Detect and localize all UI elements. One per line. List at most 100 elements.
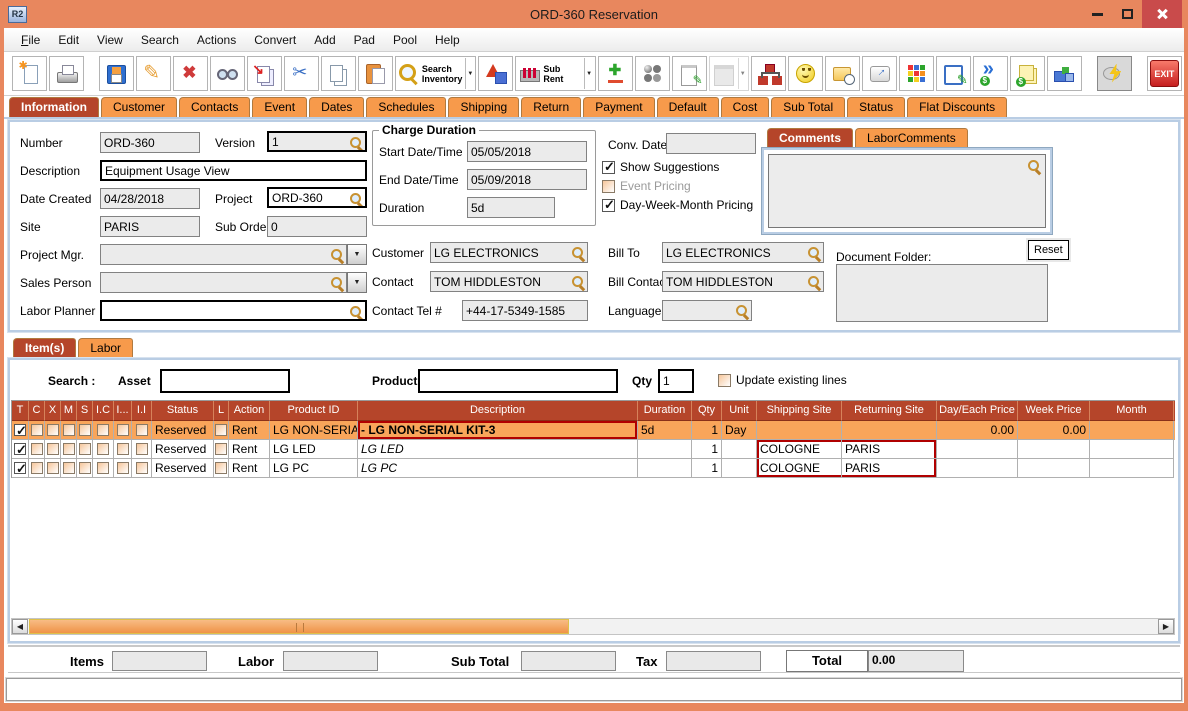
table-cell[interactable] xyxy=(638,459,692,478)
table-cell[interactable] xyxy=(722,459,757,478)
toolbar-smiley-button[interactable] xyxy=(788,56,824,91)
tab-schedules[interactable]: Schedules xyxy=(366,97,447,117)
table-cell[interactable] xyxy=(93,421,114,440)
checkbox-unchecked[interactable] xyxy=(30,424,43,436)
column-header-duration[interactable]: Duration xyxy=(638,401,692,421)
column-header-month[interactable]: Month xyxy=(1090,401,1174,421)
toolbar-save-button[interactable] xyxy=(98,56,134,91)
tab-comments[interactable]: Comments xyxy=(767,128,854,148)
show-suggestions-option[interactable]: Show Suggestions xyxy=(602,159,719,175)
project-lookup-icon[interactable] xyxy=(349,192,363,206)
table-cell[interactable] xyxy=(114,459,132,478)
table-cell[interactable] xyxy=(722,440,757,459)
checkbox-unchecked[interactable] xyxy=(97,443,109,455)
table-cell[interactable] xyxy=(29,440,45,459)
toolbar-truck-button[interactable] xyxy=(1047,56,1083,91)
table-cell[interactable]: LG LED xyxy=(358,440,638,459)
duration-field[interactable]: 5d xyxy=(467,197,555,218)
table-cell[interactable]: - LG NON-SERIAL KIT-3 xyxy=(358,421,638,440)
table-cell[interactable] xyxy=(1018,440,1090,459)
site-field[interactable]: PARIS xyxy=(100,216,200,237)
tab-status[interactable]: Status xyxy=(847,97,906,117)
checkbox-unchecked[interactable] xyxy=(97,424,109,436)
scroll-left-button[interactable]: ◀ xyxy=(12,619,28,634)
menu-pad[interactable]: Pad xyxy=(345,33,384,47)
dropdown-arrow-icon[interactable]: ▼ xyxy=(584,58,593,89)
sub-orders-field[interactable]: 0 xyxy=(267,216,367,237)
checkbox-unchecked[interactable] xyxy=(215,462,227,474)
column-header-t[interactable]: T xyxy=(12,401,29,421)
language-lookup-icon[interactable] xyxy=(735,304,749,318)
checkbox-unchecked[interactable] xyxy=(30,443,43,455)
bill-contact-field[interactable]: TOM HIDDLESTON xyxy=(662,271,824,292)
checkbox-unchecked[interactable] xyxy=(116,424,129,436)
checkbox-unchecked[interactable] xyxy=(62,424,75,436)
toolbar-add-line-button[interactable] xyxy=(598,56,634,91)
column-header-unit[interactable]: Unit xyxy=(722,401,757,421)
tab-cost[interactable]: Cost xyxy=(720,97,770,117)
table-cell[interactable] xyxy=(214,421,229,440)
language-field[interactable] xyxy=(662,300,752,321)
table-cell[interactable] xyxy=(29,459,45,478)
horizontal-scrollbar[interactable]: ◀ ▶ xyxy=(11,618,1175,635)
scroll-right-button[interactable]: ▶ xyxy=(1158,619,1174,634)
table-cell[interactable]: 0.00 xyxy=(937,421,1018,440)
table-cell[interactable] xyxy=(1090,421,1174,440)
table-cell[interactable] xyxy=(61,421,77,440)
tab-item-s-[interactable]: Item(s) xyxy=(13,338,77,358)
table-cell[interactable]: PARIS xyxy=(842,440,937,459)
column-header-l[interactable]: L xyxy=(214,401,229,421)
update-existing-option[interactable]: Update existing lines xyxy=(718,373,847,387)
checkbox-unchecked[interactable] xyxy=(116,443,129,455)
table-cell[interactable] xyxy=(132,459,152,478)
toolbar-cut-button[interactable] xyxy=(283,56,319,91)
table-cell[interactable] xyxy=(1090,459,1174,478)
dropdown-arrow-icon[interactable]: ▼ xyxy=(737,58,747,89)
sales-person-field[interactable] xyxy=(100,272,347,293)
reset-button[interactable]: Reset xyxy=(1028,240,1069,260)
tab-laborcomments[interactable]: LaborComments xyxy=(855,128,968,148)
comments-textarea[interactable] xyxy=(768,154,1046,228)
toolbar-exit-button[interactable]: EXIT xyxy=(1146,56,1182,91)
checkbox-unchecked[interactable] xyxy=(135,443,148,455)
menu-file[interactable]: File xyxy=(12,33,49,47)
table-row[interactable]: ReservedRentLG PCLG PC1COLOGNEPARIS xyxy=(12,459,1175,478)
tab-payment[interactable]: Payment xyxy=(583,97,655,117)
tab-dates[interactable]: Dates xyxy=(309,97,365,117)
menu-edit[interactable]: Edit xyxy=(49,33,88,47)
toolbar-print-button[interactable] xyxy=(49,56,84,91)
toolbar-notepad-button[interactable] xyxy=(672,56,708,91)
day-week-month-option[interactable]: Day-Week-Month Pricing xyxy=(602,197,753,213)
column-header-status[interactable]: Status xyxy=(152,401,214,421)
project-field[interactable]: ORD-360 xyxy=(267,187,367,208)
menu-pool[interactable]: Pool xyxy=(384,33,426,47)
toolbar-forward-dollar-button[interactable] xyxy=(973,56,1009,91)
show-suggestions-checkbox[interactable] xyxy=(602,159,615,175)
checkbox-unchecked[interactable] xyxy=(62,462,75,474)
contact-tel-field[interactable]: +44-17-5349-1585 xyxy=(462,300,588,321)
tab-default[interactable]: Default xyxy=(656,97,719,117)
table-cell[interactable]: 5d xyxy=(638,421,692,440)
column-header-description[interactable]: Description xyxy=(358,401,638,421)
sales-person-lookup-icon[interactable] xyxy=(330,276,344,290)
checkbox-unchecked[interactable] xyxy=(215,443,227,455)
checkbox-unchecked[interactable] xyxy=(215,424,227,436)
table-cell[interactable]: LG PC xyxy=(270,459,358,478)
conv-date-field[interactable] xyxy=(666,133,756,154)
table-cell[interactable]: Rent xyxy=(229,421,270,440)
table-cell[interactable] xyxy=(842,421,937,440)
toolbar-edit-button[interactable] xyxy=(135,56,171,91)
table-cell[interactable]: Reserved xyxy=(152,440,214,459)
table-cell[interactable]: Reserved xyxy=(152,421,214,440)
project-mgr-field[interactable] xyxy=(100,244,347,265)
table-cell[interactable]: 1 xyxy=(692,440,722,459)
tab-customer[interactable]: Customer xyxy=(101,97,178,117)
table-cell[interactable] xyxy=(132,440,152,459)
product-input[interactable] xyxy=(418,369,618,393)
minimize-button[interactable] xyxy=(1082,2,1112,26)
table-cell[interactable]: 1 xyxy=(692,459,722,478)
menu-add[interactable]: Add xyxy=(305,33,344,47)
checkbox-unchecked[interactable] xyxy=(116,462,129,474)
column-header-returning-site[interactable]: Returning Site xyxy=(842,401,937,421)
table-cell[interactable] xyxy=(93,459,114,478)
